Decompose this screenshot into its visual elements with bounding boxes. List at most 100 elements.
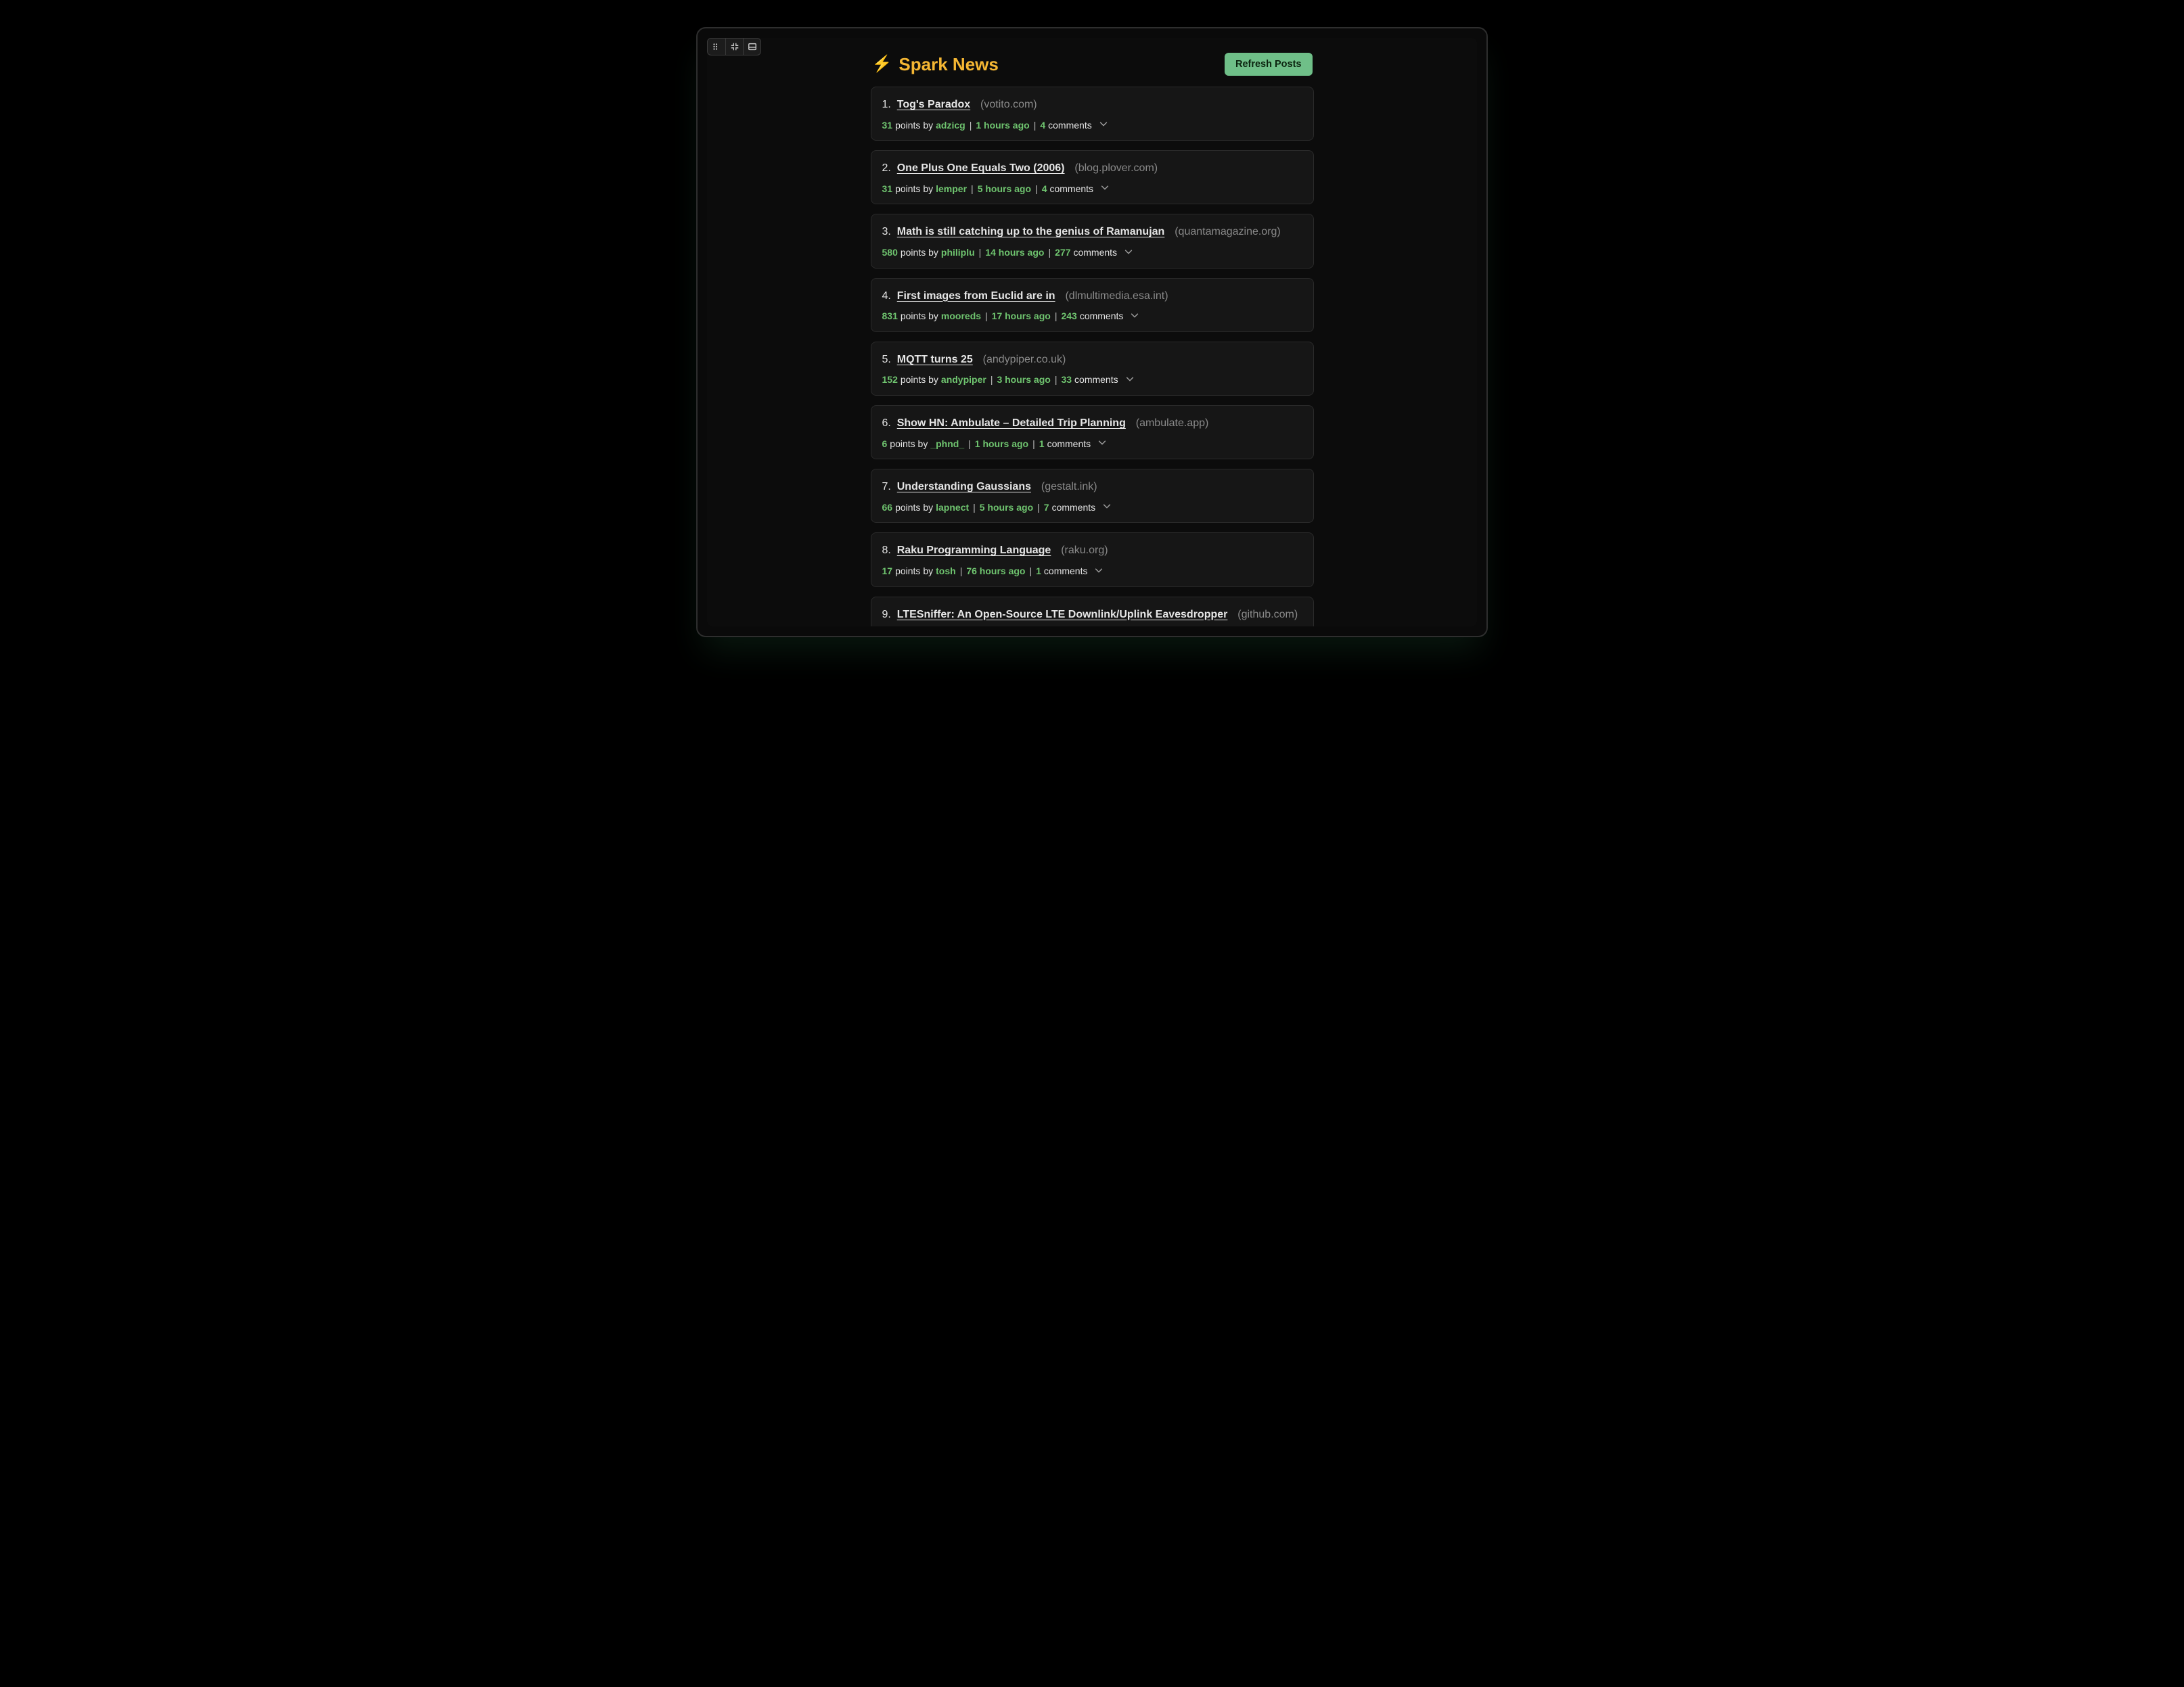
post-card: 9. LTESniffer: An Open-Source LTE Downli… (871, 597, 1314, 627)
drag-handle-button[interactable] (708, 39, 725, 55)
post-card: 7. Understanding Gaussians (gestalt.ink)… (871, 469, 1314, 523)
post-comment-count: 7 (1044, 502, 1049, 513)
post-rank: 7. (882, 481, 891, 492)
post-title-row: 6. Show HN: Ambulate – Detailed Trip Pla… (882, 415, 1302, 431)
panel-button[interactable] (743, 39, 760, 55)
comments-label: comments (1073, 247, 1117, 258)
comments-label: comments (1049, 183, 1093, 194)
window-toolbar (707, 38, 761, 55)
expand-toggle[interactable] (1094, 565, 1104, 577)
post-card: 8. Raku Programming Language (raku.org)1… (871, 532, 1314, 586)
comments-label: comments (1074, 374, 1118, 385)
post-meta-row: 831points bymooreds|17 hours ago|243comm… (882, 310, 1302, 322)
post-title-row: 4. First images from Euclid are in (dlmu… (882, 288, 1302, 304)
post-comment-count: 1 (1036, 565, 1041, 576)
post-age-link[interactable]: 3 hours ago (997, 374, 1050, 385)
post-age-link[interactable]: 5 hours ago (980, 502, 1033, 513)
post-meta-row: 17points bytosh|76 hours ago|1comments (882, 565, 1302, 577)
post-points: 6 (882, 438, 888, 449)
post-title-link[interactable]: Math is still catching up to the genius … (897, 226, 1165, 237)
post-domain: (votito.com) (980, 99, 1037, 110)
app-title: Spark News (898, 54, 998, 75)
post-age-link[interactable]: 1 hours ago (976, 120, 1029, 131)
app-stage: ⚡ Spark News Refresh Posts 1. Tog's Para… (707, 38, 1477, 626)
post-domain: (quantamagazine.org) (1175, 226, 1281, 237)
comments-label: comments (1048, 120, 1092, 131)
post-title-link[interactable]: Raku Programming Language (897, 545, 1051, 556)
post-rank: 5. (882, 354, 891, 365)
points-by-label: points by (901, 310, 938, 321)
post-author-link[interactable]: lapnect (936, 502, 969, 513)
post-title-link[interactable]: Tog's Paradox (897, 99, 970, 110)
expand-toggle[interactable] (1124, 247, 1133, 258)
post-title-link[interactable]: MQTT turns 25 (897, 354, 973, 365)
post-domain: (blog.plover.com) (1074, 162, 1158, 174)
post-author-link[interactable]: tosh (936, 565, 956, 576)
meta-separator: | (1036, 502, 1041, 513)
post-age-link[interactable]: 1 hours ago (975, 438, 1028, 449)
post-domain: (dlmultimedia.esa.int) (1065, 290, 1168, 302)
post-title-link[interactable]: Show HN: Ambulate – Detailed Trip Planni… (897, 417, 1126, 429)
chevron-down-icon (1130, 310, 1139, 322)
post-title-row: 9. LTESniffer: An Open-Source LTE Downli… (882, 607, 1302, 622)
meta-separator: | (1028, 565, 1033, 576)
post-domain: (andypiper.co.uk) (983, 354, 1066, 365)
chevron-down-icon (1100, 183, 1110, 194)
post-title-link[interactable]: Understanding Gaussians (897, 481, 1031, 492)
post-card: 5. MQTT turns 25 (andypiper.co.uk)152poi… (871, 342, 1314, 396)
collapse-button[interactable] (725, 39, 743, 55)
post-title-row: 3. Math is still catching up to the geni… (882, 224, 1302, 239)
post-meta-row: 31points byadzicg|1 hours ago|4comments (882, 119, 1302, 131)
post-author-link[interactable]: mooreds (941, 310, 981, 321)
expand-toggle[interactable] (1099, 119, 1108, 131)
post-rank: 1. (882, 99, 891, 110)
expand-toggle[interactable] (1102, 501, 1112, 513)
meta-separator: | (984, 310, 989, 321)
meta-separator: | (970, 183, 975, 194)
points-by-label: points by (895, 183, 933, 194)
meta-separator: | (968, 120, 974, 131)
post-author-link[interactable]: philiplu (941, 247, 975, 258)
refresh-button[interactable]: Refresh Posts (1225, 53, 1313, 76)
collapse-icon (730, 42, 740, 51)
chevron-down-icon (1099, 119, 1108, 131)
post-rank: 4. (882, 290, 891, 302)
post-points: 17 (882, 565, 893, 576)
post-age-link[interactable]: 14 hours ago (985, 247, 1044, 258)
comments-label: comments (1052, 502, 1096, 513)
expand-toggle[interactable] (1125, 374, 1135, 386)
app-content: ⚡ Spark News Refresh Posts 1. Tog's Para… (871, 45, 1314, 625)
expand-toggle[interactable] (1100, 183, 1110, 194)
post-title-link[interactable]: LTESniffer: An Open-Source LTE Downlink/… (897, 609, 1228, 620)
meta-separator: | (1034, 183, 1039, 194)
post-meta-row: 31points bylemper|5 hours ago|4comments (882, 183, 1302, 194)
post-rank: 2. (882, 162, 891, 174)
post-title-link[interactable]: One Plus One Equals Two (2006) (897, 162, 1065, 174)
post-author-link[interactable]: _phnd_ (930, 438, 964, 449)
meta-separator: | (967, 438, 972, 449)
post-title-link[interactable]: First images from Euclid are in (897, 290, 1055, 302)
post-comment-count: 1 (1039, 438, 1045, 449)
post-card: 2. One Plus One Equals Two (2006) (blog.… (871, 150, 1314, 204)
post-card: 4. First images from Euclid are in (dlmu… (871, 278, 1314, 332)
meta-separator: | (1031, 438, 1037, 449)
post-author-link[interactable]: andypiper (941, 374, 986, 385)
meta-separator: | (972, 502, 977, 513)
expand-toggle[interactable] (1130, 310, 1139, 322)
post-card: 3. Math is still catching up to the geni… (871, 214, 1314, 268)
app-header: ⚡ Spark News Refresh Posts (871, 45, 1314, 87)
post-domain: (github.com) (1237, 609, 1298, 620)
post-age-link[interactable]: 17 hours ago (992, 310, 1051, 321)
expand-toggle[interactable] (1097, 438, 1107, 449)
meta-separator: | (1053, 310, 1059, 321)
post-age-link[interactable]: 76 hours ago (966, 565, 1025, 576)
chevron-down-icon (1102, 501, 1112, 513)
brand: ⚡ Spark News (872, 54, 999, 75)
points-by-label: points by (895, 120, 933, 131)
post-age-link[interactable]: 5 hours ago (978, 183, 1031, 194)
post-domain: (ambulate.app) (1136, 417, 1209, 429)
post-rank: 9. (882, 609, 891, 620)
post-author-link[interactable]: adzicg (936, 120, 965, 131)
post-rank: 3. (882, 226, 891, 237)
post-author-link[interactable]: lemper (936, 183, 967, 194)
